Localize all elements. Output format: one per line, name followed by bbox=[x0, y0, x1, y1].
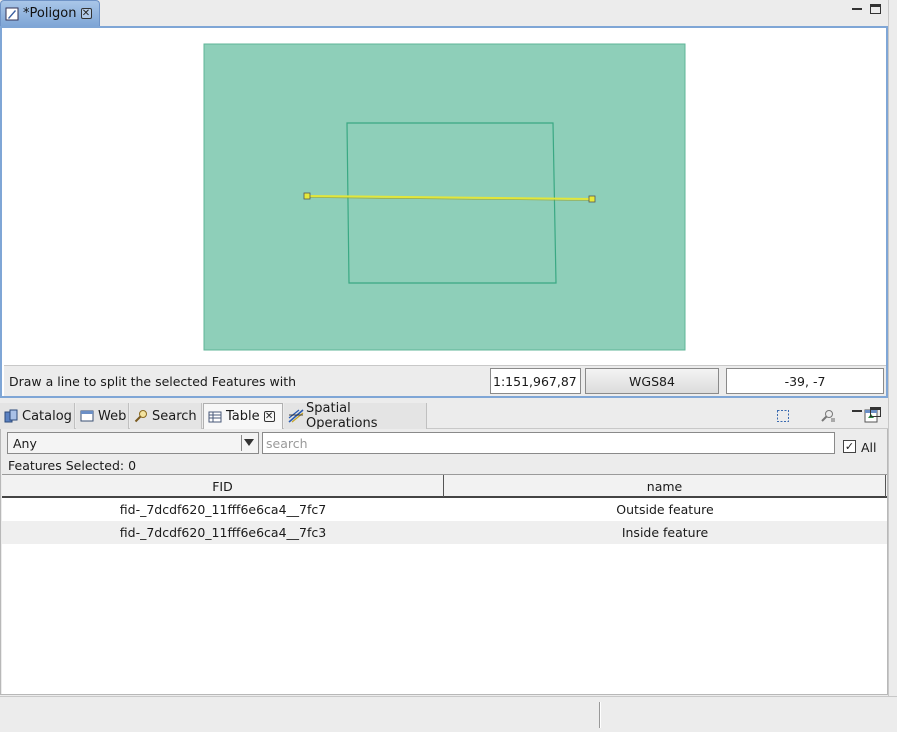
name-cell: Outside feature bbox=[444, 498, 886, 521]
dropdown-separator bbox=[241, 435, 242, 451]
minimize-view-icon[interactable] bbox=[852, 406, 864, 418]
fid-value: fid-_7dcdf620_11fff6e6ca4__7fc7 bbox=[119, 502, 327, 517]
filter-select[interactable]: Any bbox=[7, 432, 259, 454]
chevron-down-icon[interactable] bbox=[244, 439, 254, 446]
table-header: FID name bbox=[2, 474, 887, 498]
map-canvas[interactable] bbox=[4, 30, 886, 365]
scale-value: 1:151,967,87 bbox=[493, 373, 577, 389]
tab-label: Catalog bbox=[22, 408, 72, 424]
table-icon bbox=[208, 410, 222, 424]
map-status-bar: Draw a line to split the selected Featur… bbox=[4, 365, 886, 396]
close-icon[interactable]: ✕ bbox=[263, 411, 275, 422]
catalog-icon bbox=[4, 409, 18, 423]
crs-button[interactable]: WGS84 bbox=[585, 368, 719, 394]
tab-label: Table bbox=[226, 409, 260, 424]
map-drawing[interactable] bbox=[4, 30, 886, 365]
column-header-name[interactable]: name bbox=[444, 475, 886, 497]
name-cell: Inside feature bbox=[444, 521, 886, 544]
split-line-start-vertex[interactable] bbox=[303, 192, 311, 200]
zoom-to-selection-icon[interactable] bbox=[820, 409, 835, 423]
select-all-icon[interactable] bbox=[776, 409, 790, 423]
view-tab-bar: Catalog Web Search Table ✕ Spatial Opera… bbox=[0, 401, 888, 431]
tab-label: Spatial Operations bbox=[306, 401, 378, 431]
column-header-label: name bbox=[646, 478, 683, 494]
window-right-edge bbox=[888, 0, 897, 696]
table-row[interactable]: fid-_7dcdf620_11fff6e6ca4__7fc7 Outside … bbox=[2, 498, 887, 521]
status-message: Draw a line to split the selected Featur… bbox=[9, 374, 297, 389]
split-line-end-vertex[interactable] bbox=[588, 195, 596, 203]
maximize-view-icon[interactable] bbox=[870, 407, 882, 419]
tab-web[interactable]: Web bbox=[76, 403, 129, 429]
column-header-label: FID bbox=[212, 478, 233, 494]
coordinate-readout: -39, -7 bbox=[726, 368, 884, 394]
tab-label: Web bbox=[98, 408, 127, 424]
fid-cell: fid-_7dcdf620_11fff6e6ca4__7fc3 bbox=[2, 521, 444, 544]
editor-tab-bar: *Poligon ✕ bbox=[0, 0, 888, 26]
fid-value: fid-_7dcdf620_11fff6e6ca4__7fc3 bbox=[119, 525, 327, 540]
status-separator bbox=[599, 702, 601, 728]
scale-field[interactable]: 1:151,967,87 bbox=[490, 368, 581, 394]
editor-tab-label: *Poligon bbox=[23, 6, 77, 21]
features-selected-count: Features Selected: 0 bbox=[8, 458, 137, 473]
map-document-icon bbox=[5, 7, 19, 21]
close-icon[interactable]: ✕ bbox=[80, 8, 92, 19]
coordinate-value: -39, -7 bbox=[784, 373, 826, 389]
feature-table: FID name fid-_7dcdf620_11fff6e6ca4__7fc7… bbox=[2, 474, 887, 694]
crs-label: WGS84 bbox=[629, 373, 675, 389]
workbench-status-bar bbox=[0, 696, 897, 732]
tab-spatial-operations[interactable]: Spatial Operations bbox=[284, 401, 427, 431]
tab-search[interactable]: Search bbox=[130, 403, 202, 429]
search-input[interactable] bbox=[262, 432, 835, 454]
tab-table[interactable]: Table ✕ bbox=[203, 403, 283, 429]
column-header-fid[interactable]: FID bbox=[2, 475, 444, 497]
all-label: All bbox=[861, 440, 877, 455]
all-checkbox[interactable]: ✓ bbox=[843, 440, 856, 453]
map-editor: Draw a line to split the selected Featur… bbox=[0, 26, 888, 398]
editor-tab-poligon[interactable]: *Poligon ✕ bbox=[0, 0, 100, 26]
maximize-editor-icon[interactable] bbox=[870, 4, 882, 16]
table-row[interactable]: fid-_7dcdf620_11fff6e6ca4__7fc3 Inside f… bbox=[2, 521, 887, 544]
minimize-editor-icon[interactable] bbox=[852, 4, 864, 16]
tab-catalog[interactable]: Catalog bbox=[0, 403, 75, 429]
search-icon bbox=[134, 409, 148, 423]
name-value: Inside feature bbox=[621, 525, 709, 540]
web-icon bbox=[80, 409, 94, 423]
tab-label: Search bbox=[152, 408, 197, 424]
inside-feature-polygon[interactable] bbox=[346, 122, 557, 284]
filter-selected-value: Any bbox=[13, 435, 37, 451]
fid-cell: fid-_7dcdf620_11fff6e6ca4__7fc7 bbox=[2, 498, 444, 521]
table-view: Any ✓ All Features Selected: 0 FID name … bbox=[0, 429, 888, 695]
checkmark-icon: ✓ bbox=[844, 440, 855, 453]
name-value: Outside feature bbox=[616, 502, 714, 517]
spatial-operations-icon bbox=[288, 409, 304, 423]
